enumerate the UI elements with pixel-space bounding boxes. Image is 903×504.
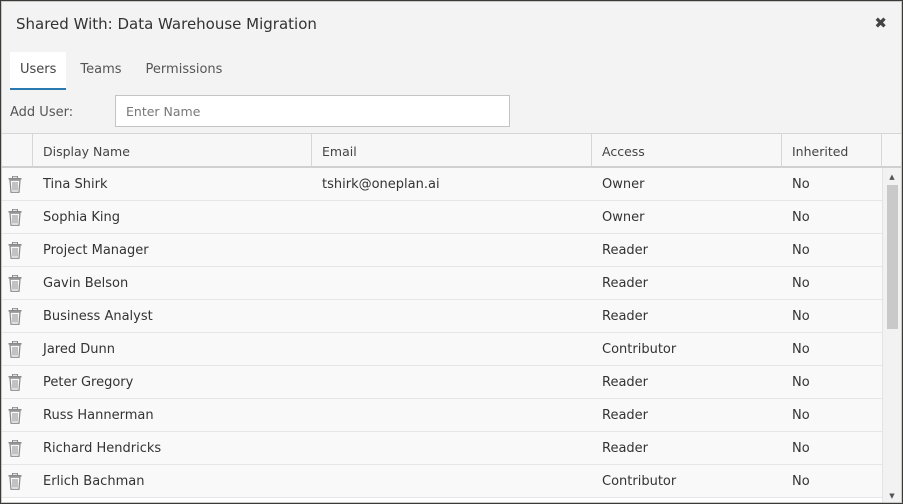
close-icon[interactable]: ✖ (874, 14, 887, 32)
table-row[interactable]: Project Manager Reader No (2, 234, 882, 267)
cell-access[interactable]: Contributor (592, 465, 782, 498)
dialog-title: Shared With: Data Warehouse Migration (16, 15, 317, 33)
tab-bar: Users Teams Permissions (10, 52, 236, 90)
table-row[interactable]: Russ Hannerman Reader No (2, 399, 882, 432)
cell-email (312, 465, 592, 498)
shared-with-dialog: Shared With: Data Warehouse Migration ✖ … (1, 1, 902, 503)
tab-permissions[interactable]: Permissions (136, 52, 233, 90)
table-scrollbar[interactable]: ▲ ▼ (882, 168, 901, 502)
cell-inherited: No (792, 375, 810, 390)
cell-email (312, 399, 592, 432)
cell-email (312, 234, 592, 267)
add-user-label: Add User: (10, 105, 74, 120)
cell-email (312, 267, 592, 300)
trash-icon[interactable] (8, 307, 22, 325)
table-row[interactable]: Tina Shirk tshirk@oneplan.ai Owner No (2, 168, 882, 201)
cell-email (312, 201, 592, 234)
column-header-display-name[interactable]: Display Name (33, 134, 312, 167)
column-header-actions (2, 134, 33, 167)
trash-icon[interactable] (8, 472, 22, 490)
trash-icon[interactable] (8, 208, 22, 226)
table-row[interactable]: Peter Gregory Reader No (2, 366, 882, 399)
scroll-down-arrow-icon[interactable]: ▼ (883, 490, 901, 502)
cell-display-name: Jared Dunn (43, 342, 115, 357)
cell-email (312, 366, 592, 399)
trash-icon[interactable] (8, 406, 22, 424)
cell-display-name: Erlich Bachman (43, 474, 145, 489)
trash-icon[interactable] (8, 340, 22, 358)
tab-teams[interactable]: Teams (70, 52, 131, 90)
cell-inherited: No (792, 276, 810, 291)
cell-display-name: Richard Hendricks (43, 441, 162, 456)
cell-inherited: No (792, 243, 810, 258)
table-row[interactable]: Jared Dunn Contributor No (2, 333, 882, 366)
column-header-inherited[interactable]: Inherited (782, 134, 882, 167)
table-row[interactable]: Richard Hendricks Reader No (2, 432, 882, 465)
cell-display-name: Tina Shirk (43, 177, 108, 192)
column-header-email[interactable]: Email (312, 134, 592, 167)
trash-icon[interactable] (8, 373, 22, 391)
cell-inherited: No (792, 441, 810, 456)
trash-icon[interactable] (8, 175, 22, 193)
cell-access[interactable]: Reader (592, 300, 782, 333)
column-header-access[interactable]: Access (592, 134, 782, 167)
cell-inherited: No (792, 177, 810, 192)
cell-access[interactable]: Reader (592, 267, 782, 300)
cell-access[interactable]: Owner (592, 168, 782, 201)
cell-email: tshirk@oneplan.ai (322, 177, 440, 192)
cell-display-name: Project Manager (43, 243, 149, 258)
table-row[interactable]: Erlich Bachman Contributor No (2, 465, 882, 498)
cell-display-name: Sophia King (43, 210, 121, 225)
cell-email (312, 333, 592, 366)
cell-access[interactable]: Reader (592, 399, 782, 432)
scroll-up-arrow-icon[interactable]: ▲ (883, 171, 901, 183)
cell-display-name: Peter Gregory (43, 375, 134, 390)
cell-access[interactable]: Reader (592, 432, 782, 465)
cell-access[interactable]: Owner (592, 201, 782, 234)
cell-display-name: Russ Hannerman (43, 408, 154, 423)
cell-display-name: Gavin Belson (43, 276, 129, 291)
table-row[interactable]: Gavin Belson Reader No (2, 267, 882, 300)
scrollbar-thumb[interactable] (887, 185, 898, 329)
cell-inherited: No (792, 309, 810, 324)
table-body: Tina Shirk tshirk@oneplan.ai Owner No Sophia… (2, 168, 882, 502)
table-row[interactable]: Business Analyst Reader No (2, 300, 882, 333)
cell-display-name: Business Analyst (43, 309, 153, 324)
cell-inherited: No (792, 210, 810, 225)
users-table: Display Name Email Access Inherited Tina… (2, 133, 901, 502)
table-row[interactable]: Sophia King Owner No (2, 201, 882, 234)
cell-email (312, 432, 592, 465)
cell-inherited: No (792, 408, 810, 423)
trash-icon[interactable] (8, 241, 22, 259)
trash-icon[interactable] (8, 439, 22, 457)
cell-email (312, 300, 592, 333)
add-user-input[interactable] (115, 95, 510, 127)
table-header: Display Name Email Access Inherited (2, 133, 901, 168)
trash-icon[interactable] (8, 274, 22, 292)
cell-access[interactable]: Contributor (592, 333, 782, 366)
tab-users[interactable]: Users (10, 52, 67, 90)
cell-access[interactable]: Reader (592, 366, 782, 399)
cell-access[interactable]: Reader (592, 234, 782, 267)
cell-inherited: No (792, 342, 810, 357)
cell-inherited: No (792, 474, 810, 489)
